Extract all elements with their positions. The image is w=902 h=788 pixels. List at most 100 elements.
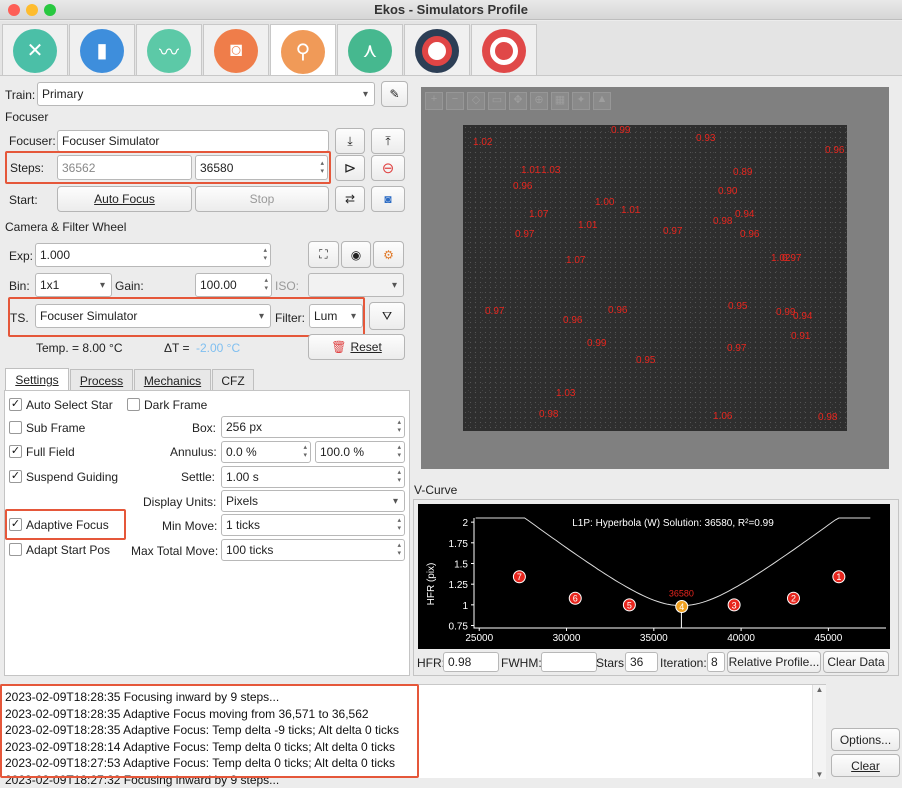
log-scrollbar[interactable]: ▲ ▼ [812, 685, 826, 779]
zoom-default-icon[interactable]: ◇ [467, 92, 485, 110]
subtab-mechanics[interactable]: Mechanics [134, 369, 211, 391]
train-select[interactable]: Primary [37, 82, 375, 106]
star-hfr-label: 0.96 [563, 315, 582, 326]
subtab-settings[interactable]: Settings [5, 368, 69, 391]
goto-steps-button[interactable]: ⊳ [335, 155, 365, 181]
zoom-out-icon[interactable]: − [446, 92, 464, 110]
zoom-window-button[interactable] [44, 4, 56, 16]
crosshair-icon[interactable]: ⊕ [530, 92, 548, 110]
vcurve-xtick-label: 35000 [640, 633, 668, 644]
grid-icon[interactable]: ▦ [551, 92, 569, 110]
star-hfr-label: 0.98 [539, 409, 558, 420]
tab-capture[interactable]: ◙ [203, 24, 269, 76]
tab-mount[interactable]: ⋏ [337, 24, 403, 76]
vcurve-point-label: 4 [679, 602, 684, 612]
focus-in-full-button[interactable]: ⤓ [335, 128, 365, 154]
stars-icon[interactable]: ✦ [572, 92, 590, 110]
filter-value: Lum [314, 309, 337, 323]
scroll-up-icon[interactable]: ▲ [813, 685, 826, 694]
annulus-min-spinbox[interactable]: 0.0 % [221, 441, 311, 463]
stop-focus-button[interactable]: Stop [195, 186, 329, 212]
target-align-icon [482, 29, 526, 73]
filter-manager-button[interactable]: ⛛ [369, 302, 405, 330]
bin-select[interactable]: 1x1 [35, 273, 112, 297]
min-move-spinbox[interactable]: 1 ticks [221, 514, 405, 536]
loop-button[interactable]: ⇄ [335, 186, 365, 212]
options-button[interactable]: Options... [831, 728, 900, 751]
pan-icon[interactable]: ✥ [509, 92, 527, 110]
sub-frame-checkbox[interactable] [9, 421, 22, 434]
zoom-in-icon[interactable]: + [425, 92, 443, 110]
star-field-image[interactable]: 1.020.990.930.961.011.030.890.960.901.00… [463, 125, 847, 431]
auto-focus-button[interactable]: Auto Focus [57, 186, 192, 212]
clear-log-button[interactable]: Clear [831, 754, 900, 777]
reset-temp-button[interactable]: 🗑Reset [308, 334, 405, 360]
edit-train-button[interactable]: ✎ [381, 81, 408, 107]
filter-select[interactable]: Lum [309, 304, 363, 328]
gain-value: 100.00 [200, 278, 237, 292]
vcurve-point-label: 1 [836, 572, 841, 582]
camera-settings-button[interactable]: ⚙ [373, 241, 404, 268]
star-hfr-label: 0.89 [733, 167, 752, 178]
vcurve-point-label: 5 [627, 600, 632, 610]
dark-frame-checkbox[interactable] [127, 398, 140, 411]
tab-align[interactable] [471, 24, 537, 76]
display-units-value: Pixels [226, 494, 258, 508]
subtab-process[interactable]: Process [70, 369, 133, 391]
star-hfr-label: 0.96 [825, 145, 844, 156]
tab-guide[interactable] [404, 24, 470, 76]
subframe-reset-button[interactable]: ⛶ [308, 241, 339, 268]
arrow-up-bar-icon: ⤒ [385, 134, 390, 149]
relative-profile-button[interactable]: Relative Profile... [727, 651, 821, 673]
ts-select[interactable]: Focuser Simulator [35, 304, 271, 328]
iteration-field: 8 [707, 652, 725, 672]
max-total-move-spinbox[interactable]: 100 ticks [221, 539, 405, 561]
auto-select-star-label: Auto Select Star [26, 398, 113, 412]
star-hfr-label: 1.03 [556, 388, 575, 399]
marker-icon[interactable]: ▲ [593, 92, 611, 110]
vcurve-xtick-label: 30000 [553, 633, 581, 644]
display-units-select[interactable]: Pixels [221, 490, 405, 512]
capture-frame-button[interactable]: ◙ [371, 186, 405, 212]
tab-focus[interactable]: ⚲ [270, 24, 336, 78]
settle-label: Settle: [181, 470, 215, 484]
exp-label: Exp: [9, 249, 33, 263]
subtab-cfz[interactable]: CFZ [212, 369, 254, 391]
focus-out-full-button[interactable]: ⤒ [371, 128, 405, 154]
adapt-start-pos-checkbox[interactable] [9, 543, 22, 556]
minimize-window-button[interactable] [26, 4, 38, 16]
iso-select[interactable] [308, 273, 404, 297]
adapt-start-pos-label: Adapt Start Pos [26, 543, 110, 557]
tab-analyze[interactable]: 〰 [136, 24, 202, 76]
window-title: Ekos - Simulators Profile [0, 0, 902, 20]
frame-corners-icon: ⛶ [319, 247, 327, 262]
stop-focuser-button[interactable]: ⊖ [371, 155, 405, 181]
zoom-fit-icon[interactable]: ▭ [488, 92, 506, 110]
suspend-guiding-checkbox[interactable]: ✓ [9, 470, 22, 483]
iteration-value: 8 [711, 655, 718, 669]
filter-settings-button[interactable]: ◉ [341, 241, 371, 268]
vcurve-point-label: 7 [517, 572, 522, 582]
close-window-button[interactable] [8, 4, 20, 16]
magnifier-icon: ⚲ [281, 30, 325, 74]
eye-filter-icon: ◉ [351, 248, 361, 262]
focuser-name-field[interactable]: Focuser Simulator [57, 130, 329, 152]
auto-select-star-checkbox[interactable]: ✓ [9, 398, 22, 411]
tab-scheduler[interactable]: ▮ [69, 24, 135, 76]
full-field-label: Full Field [26, 445, 75, 459]
box-size-spinbox[interactable]: 256 px [221, 416, 405, 438]
vcurve-chart[interactable]: L1P: Hyperbola (W) Solution: 36580, R²=0… [418, 504, 890, 649]
adaptive-focus-checkbox[interactable]: ✓ [9, 518, 22, 531]
tab-setup[interactable]: ✕ [2, 24, 68, 76]
settle-value: 1.00 s [226, 470, 259, 484]
stop-focus-label: Stop [250, 192, 275, 206]
settle-spinbox[interactable]: 1.00 s [221, 466, 405, 488]
full-field-checkbox[interactable]: ✓ [9, 445, 22, 458]
steps-target-spinbox[interactable]: 36580 [195, 155, 328, 180]
exposure-spinbox[interactable]: 1.000 [35, 243, 271, 267]
clear-data-button[interactable]: Clear Data [823, 651, 889, 673]
star-hfr-label: 1.06 [713, 411, 732, 422]
annulus-max-spinbox[interactable]: 100.0 % [315, 441, 405, 463]
fwhm-field [541, 652, 597, 672]
gain-spinbox[interactable]: 100.00 [195, 273, 272, 297]
